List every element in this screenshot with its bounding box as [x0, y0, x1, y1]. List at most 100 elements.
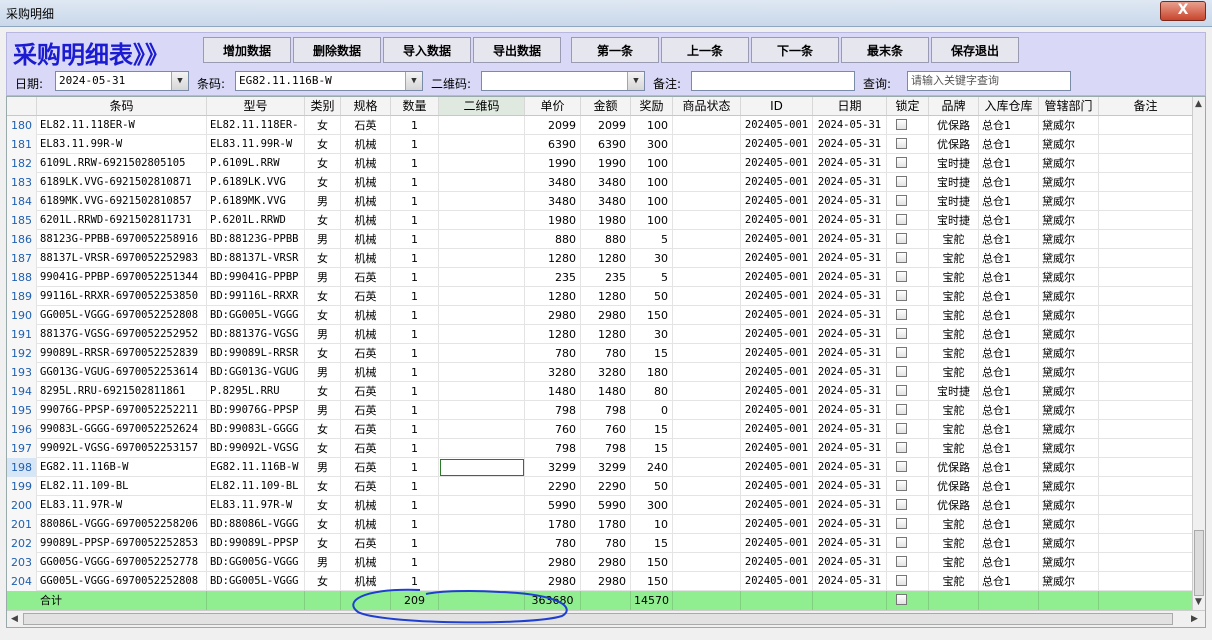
cell-reward[interactable]: 240: [631, 458, 673, 477]
cell-qr-code[interactable]: [439, 344, 525, 363]
cell-reward[interactable]: 100: [631, 116, 673, 135]
cell-barcode[interactable]: EL83.11.99R-W: [37, 135, 207, 154]
cell-amount[interactable]: 2099: [581, 116, 631, 135]
cell-barcode[interactable]: EG82.11.116B-W: [37, 458, 207, 477]
cell-barcode[interactable]: EL83.11.97R-W: [37, 496, 207, 515]
cell-date[interactable]: 2024-05-31: [813, 515, 887, 534]
cell-id[interactable]: 202405-001: [741, 325, 813, 344]
lock-checkbox[interactable]: [896, 119, 907, 130]
cell-model[interactable]: EG82.11.116B-W: [207, 458, 305, 477]
row-number[interactable]: 180: [7, 116, 37, 135]
cell-spec[interactable]: 机械: [341, 135, 391, 154]
header-date[interactable]: 日期: [813, 97, 887, 115]
cell-qr-code[interactable]: [439, 306, 525, 325]
cell-spec[interactable]: 石英: [341, 439, 391, 458]
cell-id[interactable]: 202405-001: [741, 363, 813, 382]
cell-date[interactable]: 2024-05-31: [813, 325, 887, 344]
cell-warehouse[interactable]: 总仓1: [979, 116, 1039, 135]
cell-quantity[interactable]: 1: [391, 420, 439, 439]
cell-product-status[interactable]: [673, 116, 741, 135]
cell-spec[interactable]: 石英: [341, 534, 391, 553]
cell-warehouse[interactable]: 总仓1: [979, 287, 1039, 306]
cell-department[interactable]: 黛威尔: [1039, 230, 1099, 249]
cell-spec[interactable]: 石英: [341, 268, 391, 287]
cell-qr-code[interactable]: [439, 496, 525, 515]
cell-brand[interactable]: 宝时捷: [929, 173, 979, 192]
cell-category[interactable]: 女: [305, 420, 341, 439]
lock-checkbox[interactable]: [896, 214, 907, 225]
cell-remark[interactable]: [1099, 458, 1193, 477]
cell-product-status[interactable]: [673, 496, 741, 515]
cell-warehouse[interactable]: 总仓1: [979, 439, 1039, 458]
cell-spec[interactable]: 机械: [341, 154, 391, 173]
cell-model[interactable]: BD:99089L-PPSP: [207, 534, 305, 553]
cell-warehouse[interactable]: 总仓1: [979, 211, 1039, 230]
cell-department[interactable]: 黛威尔: [1039, 401, 1099, 420]
table-row[interactable]: 186 88123G-PPBB-6970052258916 BD:88123G-PP…: [7, 230, 1193, 249]
cell-locked[interactable]: [887, 268, 929, 287]
cell-product-status[interactable]: [673, 363, 741, 382]
cell-locked[interactable]: [887, 382, 929, 401]
cell-date[interactable]: 2024-05-31: [813, 154, 887, 173]
date-select[interactable]: 2024-05-31 ▼: [55, 71, 189, 91]
cell-quantity[interactable]: 1: [391, 230, 439, 249]
row-number[interactable]: 183: [7, 173, 37, 192]
cell-id[interactable]: 202405-001: [741, 268, 813, 287]
cell-warehouse[interactable]: 总仓1: [979, 268, 1039, 287]
cell-unit-price[interactable]: 3280: [525, 363, 581, 382]
cell-remark[interactable]: [1099, 439, 1193, 458]
cell-id[interactable]: 202405-001: [741, 477, 813, 496]
cell-remark[interactable]: [1099, 325, 1193, 344]
cell-date[interactable]: 2024-05-31: [813, 401, 887, 420]
cell-reward[interactable]: 5: [631, 268, 673, 287]
prev-record-button[interactable]: 上一条: [661, 37, 749, 63]
cell-remark[interactable]: [1099, 230, 1193, 249]
cell-model[interactable]: BD:88137L-VRSR: [207, 249, 305, 268]
cell-brand[interactable]: 宝舵: [929, 401, 979, 420]
cell-quantity[interactable]: 1: [391, 211, 439, 230]
cell-amount[interactable]: 3480: [581, 192, 631, 211]
cell-quantity[interactable]: 1: [391, 496, 439, 515]
cell-model[interactable]: P.6109L.RRW: [207, 154, 305, 173]
data-grid[interactable]: 条码 型号 类别 规格 数量 二维码 单价 金额 奖励 商品状态 ID 日期 锁定 品牌 入库仓库 管辖部门备…: [6, 96, 1206, 628]
cell-quantity[interactable]: 1: [391, 306, 439, 325]
cell-unit-price[interactable]: 2290: [525, 477, 581, 496]
scroll-right-icon[interactable]: ▶: [1191, 614, 1198, 624]
table-row[interactable]: 198 EG82.11.116B-W EG82.11.116B-W 男石英 1 3299 3…: [7, 458, 1193, 477]
cell-model[interactable]: BD:99116L-RRXR: [207, 287, 305, 306]
cell-locked[interactable]: [887, 287, 929, 306]
cell-remark[interactable]: [1099, 477, 1193, 496]
table-row[interactable]: 183 6189LK.VVG-6921502810871 P.6189LK.VVG 女…: [7, 173, 1193, 192]
qr-select[interactable]: ▼: [481, 71, 645, 91]
cell-id[interactable]: 202405-001: [741, 116, 813, 135]
cell-unit-price[interactable]: 798: [525, 401, 581, 420]
cell-date[interactable]: 2024-05-31: [813, 287, 887, 306]
lock-checkbox[interactable]: [896, 423, 907, 434]
cell-id[interactable]: 202405-001: [741, 420, 813, 439]
cell-model[interactable]: EL83.11.99R-W: [207, 135, 305, 154]
cell-warehouse[interactable]: 总仓1: [979, 135, 1039, 154]
cell-id[interactable]: 202405-001: [741, 344, 813, 363]
row-number[interactable]: 200: [7, 496, 37, 515]
cell-product-status[interactable]: [673, 211, 741, 230]
cell-brand[interactable]: 优保路: [929, 477, 979, 496]
cell-amount[interactable]: 3480: [581, 173, 631, 192]
table-row[interactable]: 202 99089L-PPSP-6970052252853 BD:99089L-PP…: [7, 534, 1193, 553]
cell-warehouse[interactable]: 总仓1: [979, 401, 1039, 420]
cell-locked[interactable]: [887, 420, 929, 439]
cell-unit-price[interactable]: 1980: [525, 211, 581, 230]
cell-brand[interactable]: 宝舵: [929, 534, 979, 553]
lock-checkbox[interactable]: [896, 594, 907, 605]
lock-checkbox[interactable]: [896, 233, 907, 244]
cell-barcode[interactable]: 88086L-VGGG-6970052258206: [37, 515, 207, 534]
lock-checkbox[interactable]: [896, 575, 907, 586]
cell-unit-price[interactable]: 3480: [525, 173, 581, 192]
row-number[interactable]: 197: [7, 439, 37, 458]
cell-category[interactable]: 女: [305, 344, 341, 363]
cell-reward[interactable]: 150: [631, 572, 673, 591]
cell-locked[interactable]: [887, 192, 929, 211]
cell-locked[interactable]: [887, 173, 929, 192]
cell-model[interactable]: BD:GG005G-VGGG: [207, 553, 305, 572]
cell-warehouse[interactable]: 总仓1: [979, 420, 1039, 439]
cell-qr-code[interactable]: [439, 515, 525, 534]
